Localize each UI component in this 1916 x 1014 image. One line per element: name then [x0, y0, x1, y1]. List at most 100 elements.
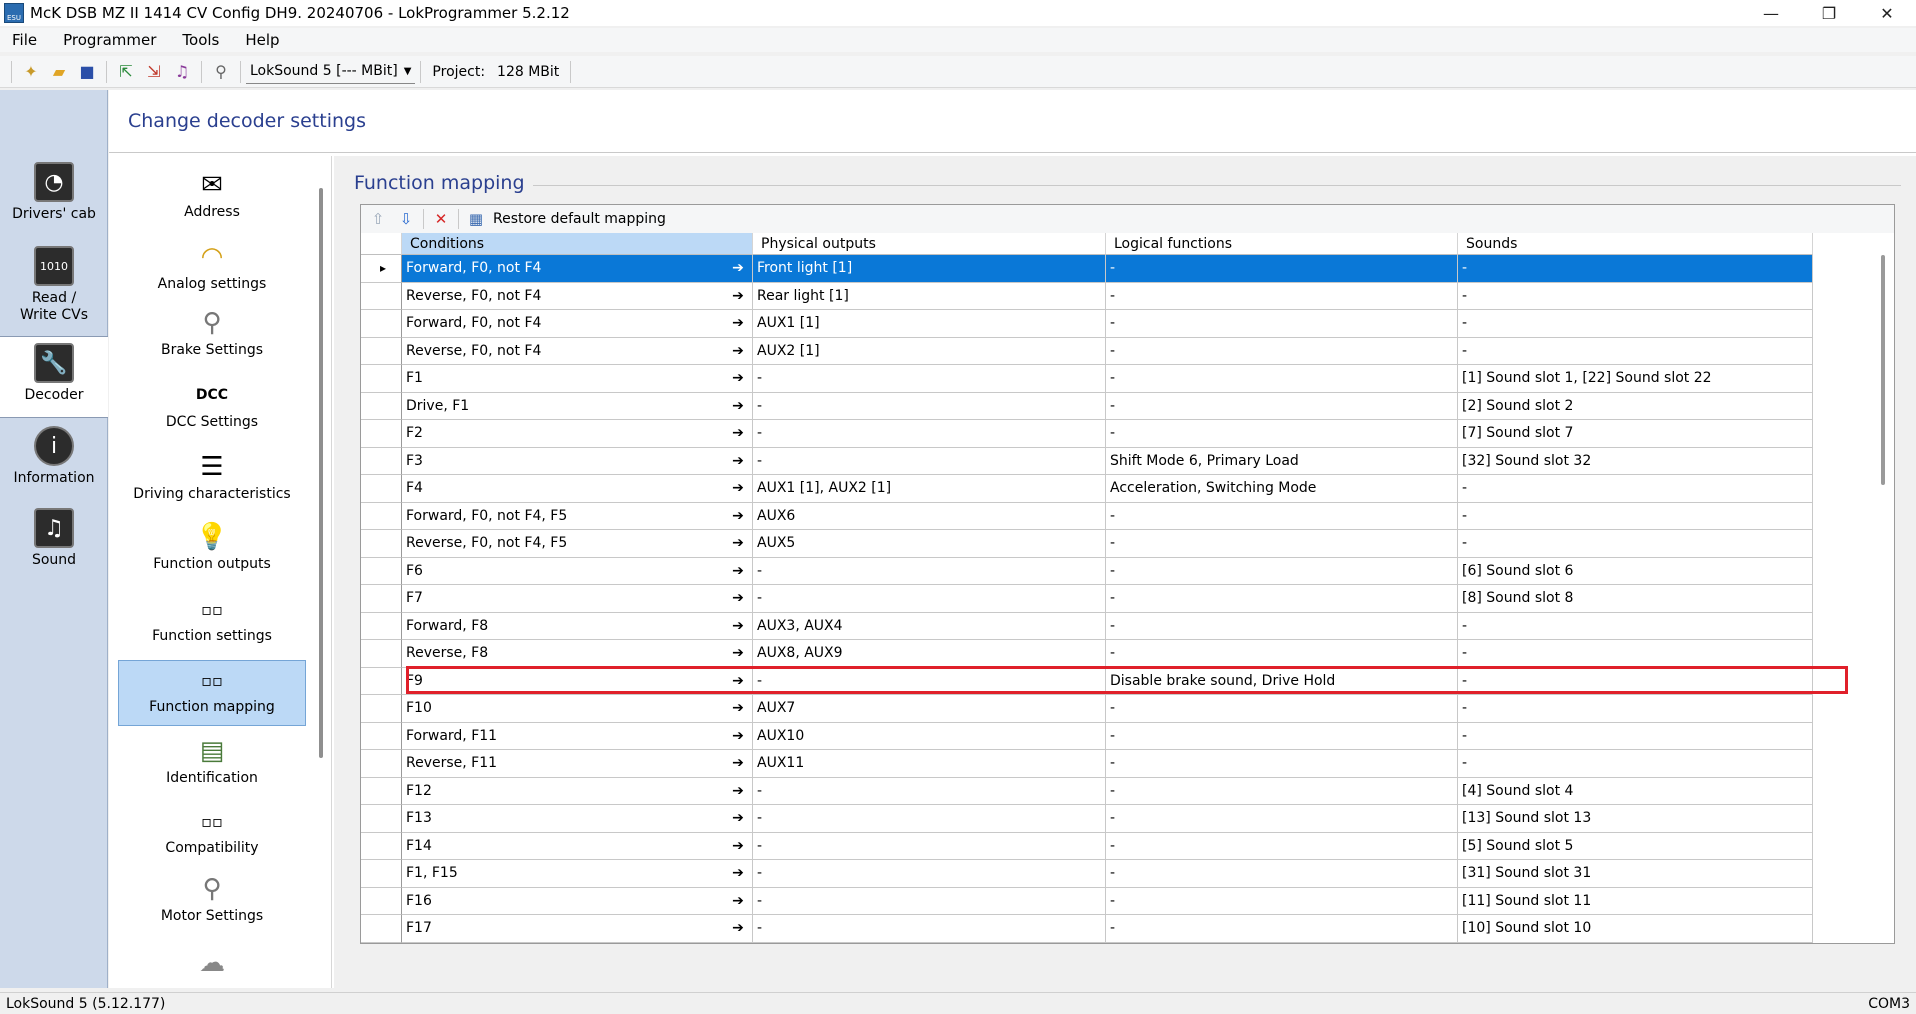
category-function-outputs[interactable]: 💡 Function outputs: [118, 520, 306, 580]
cell-conditions[interactable]: Reverse, F0, not F4, F5: [402, 530, 753, 558]
cell-conditions[interactable]: F1: [402, 365, 753, 393]
cell-sounds[interactable]: -: [1458, 750, 1813, 778]
cell-physical-outputs[interactable]: AUX6: [753, 502, 1106, 530]
cell-conditions[interactable]: F10: [402, 695, 753, 723]
cell-physical-outputs[interactable]: AUX10: [753, 722, 1106, 750]
save-icon[interactable]: ■: [75, 60, 99, 84]
cell-sounds[interactable]: -: [1458, 337, 1813, 365]
cell-physical-outputs[interactable]: -: [753, 860, 1106, 888]
cell-conditions[interactable]: Drive, F1: [402, 392, 753, 420]
cell-logical-functions[interactable]: Acceleration, Switching Mode: [1106, 475, 1458, 503]
cell-physical-outputs[interactable]: AUX2 [1]: [753, 337, 1106, 365]
table-row[interactable]: Drive, F1- - [2] Sound slot 2 ➔: [361, 392, 1861, 420]
cell-sounds[interactable]: -: [1458, 282, 1813, 310]
cell-physical-outputs[interactable]: -: [753, 832, 1106, 860]
table-row[interactable]: F3- Shift Mode 6, Primary Load [32] Sound …: [361, 447, 1861, 475]
table-row[interactable]: F6- - [6] Sound slot 6 ➔: [361, 557, 1861, 585]
nav-drivers-cab[interactable]: ◔ Drivers' cab: [0, 162, 108, 223]
cell-logical-functions[interactable]: -: [1106, 777, 1458, 805]
category-address[interactable]: ✉ Address: [118, 168, 306, 228]
cell-physical-outputs[interactable]: AUX8, AUX9: [753, 640, 1106, 668]
row-header[interactable]: [361, 310, 402, 338]
row-header[interactable]: ▸: [361, 255, 402, 283]
row-header[interactable]: [361, 392, 402, 420]
cell-sounds[interactable]: [8] Sound slot 8: [1458, 585, 1813, 613]
cell-conditions[interactable]: F3: [402, 447, 753, 475]
cell-sounds[interactable]: [11] Sound slot 11: [1458, 887, 1813, 915]
cell-conditions[interactable]: F4: [402, 475, 753, 503]
nav-sound[interactable]: ♫ Sound: [0, 508, 108, 569]
table-row[interactable]: F14- - [5] Sound slot 5 ➔: [361, 832, 1861, 860]
category-dcc-settings[interactable]: DCC DCC Settings: [118, 378, 306, 442]
move-up-icon[interactable]: ⇧: [367, 208, 389, 230]
table-row[interactable]: Reverse, F8 AUX8, AUX9- - ➔: [361, 640, 1861, 668]
cell-logical-functions[interactable]: Shift Mode 6, Primary Load: [1106, 447, 1458, 475]
cell-sounds[interactable]: -: [1458, 612, 1813, 640]
cell-sounds[interactable]: -: [1458, 502, 1813, 530]
cell-physical-outputs[interactable]: -: [753, 887, 1106, 915]
cell-physical-outputs[interactable]: AUX3, AUX4: [753, 612, 1106, 640]
write-decoder-icon[interactable]: ⇲: [142, 60, 166, 84]
table-row[interactable]: Reverse, F0, not F4 AUX2 [1] - - ➔: [361, 337, 1861, 365]
table-row[interactable]: Forward, F0, not F4 AUX1 [1] - - ➔: [361, 310, 1861, 338]
cell-conditions[interactable]: Reverse, F0, not F4: [402, 337, 753, 365]
cell-sounds[interactable]: [2] Sound slot 2: [1458, 392, 1813, 420]
cell-sounds[interactable]: [13] Sound slot 13: [1458, 805, 1813, 833]
cell-conditions[interactable]: F7: [402, 585, 753, 613]
table-row[interactable]: F7- - [8] Sound slot 8 ➔: [361, 585, 1861, 613]
cell-conditions[interactable]: F1, F15: [402, 860, 753, 888]
cell-sounds[interactable]: -: [1458, 530, 1813, 558]
menu-file[interactable]: File: [0, 31, 51, 49]
write-sound-icon[interactable]: ♫: [170, 60, 194, 84]
category-function-settings[interactable]: ▫▫ Function settings: [118, 592, 306, 652]
row-header[interactable]: [361, 420, 402, 448]
cell-physical-outputs[interactable]: -: [753, 777, 1106, 805]
cell-physical-outputs[interactable]: AUX1 [1]: [753, 310, 1106, 338]
cell-conditions[interactable]: F12: [402, 777, 753, 805]
row-header[interactable]: [361, 502, 402, 530]
cell-conditions[interactable]: F16: [402, 887, 753, 915]
row-header[interactable]: [361, 750, 402, 778]
menu-tools[interactable]: Tools: [170, 31, 233, 49]
nav-decoder[interactable]: 🔧 Decoder: [0, 336, 108, 418]
category-driving-characteristics[interactable]: ☰ Driving characteristics: [118, 450, 306, 510]
cell-conditions[interactable]: F14: [402, 832, 753, 860]
row-header[interactable]: [361, 640, 402, 668]
cell-physical-outputs[interactable]: -: [753, 585, 1106, 613]
row-header[interactable]: [361, 612, 402, 640]
cell-sounds[interactable]: [32] Sound slot 32: [1458, 447, 1813, 475]
cell-logical-functions[interactable]: -: [1106, 640, 1458, 668]
cell-logical-functions[interactable]: -: [1106, 805, 1458, 833]
cell-logical-functions[interactable]: -: [1106, 915, 1458, 943]
cell-logical-functions[interactable]: -: [1106, 585, 1458, 613]
category-scrollbar[interactable]: [317, 168, 325, 986]
menu-help[interactable]: Help: [233, 31, 293, 49]
restore-default-mapping-button[interactable]: Restore default mapping: [493, 211, 666, 227]
cell-conditions[interactable]: Forward, F0, not F4: [402, 255, 753, 283]
category-brake-settings[interactable]: ⚲ Brake Settings: [118, 306, 306, 372]
table-row[interactable]: Reverse, F11 AUX11- - ➔: [361, 750, 1861, 778]
cell-conditions[interactable]: Forward, F0, not F4, F5: [402, 502, 753, 530]
cell-physical-outputs[interactable]: Rear light [1]: [753, 282, 1106, 310]
table-row[interactable]: Reverse, F0, not F4, F5 AUX5- - ➔: [361, 530, 1861, 558]
cell-logical-functions[interactable]: -: [1106, 530, 1458, 558]
minimize-button[interactable]: —: [1742, 0, 1800, 26]
nav-read-write-cvs[interactable]: 1010 Read / Write CVs: [0, 246, 108, 324]
open-folder-icon[interactable]: ▰: [47, 60, 71, 84]
cell-conditions[interactable]: F9: [402, 667, 753, 695]
table-row[interactable]: Forward, F11 AUX10- - ➔: [361, 722, 1861, 750]
cell-sounds[interactable]: [10] Sound slot 10: [1458, 915, 1813, 943]
table-row[interactable]: F4 AUX1 [1], AUX2 [1] Acceleration, Switch…: [361, 475, 1861, 503]
cell-conditions[interactable]: F2: [402, 420, 753, 448]
cell-conditions[interactable]: Forward, F0, not F4: [402, 310, 753, 338]
category-smoke[interactable]: ☁: [118, 946, 306, 986]
cell-logical-functions[interactable]: -: [1106, 282, 1458, 310]
category-scrollbar-thumb[interactable]: [319, 188, 323, 758]
cell-logical-functions[interactable]: -: [1106, 860, 1458, 888]
nav-information[interactable]: i Information: [0, 426, 108, 487]
cell-sounds[interactable]: -: [1458, 640, 1813, 668]
cell-logical-functions[interactable]: -: [1106, 310, 1458, 338]
cell-logical-functions[interactable]: -: [1106, 420, 1458, 448]
close-button[interactable]: ✕: [1858, 0, 1916, 26]
row-header[interactable]: [361, 447, 402, 475]
